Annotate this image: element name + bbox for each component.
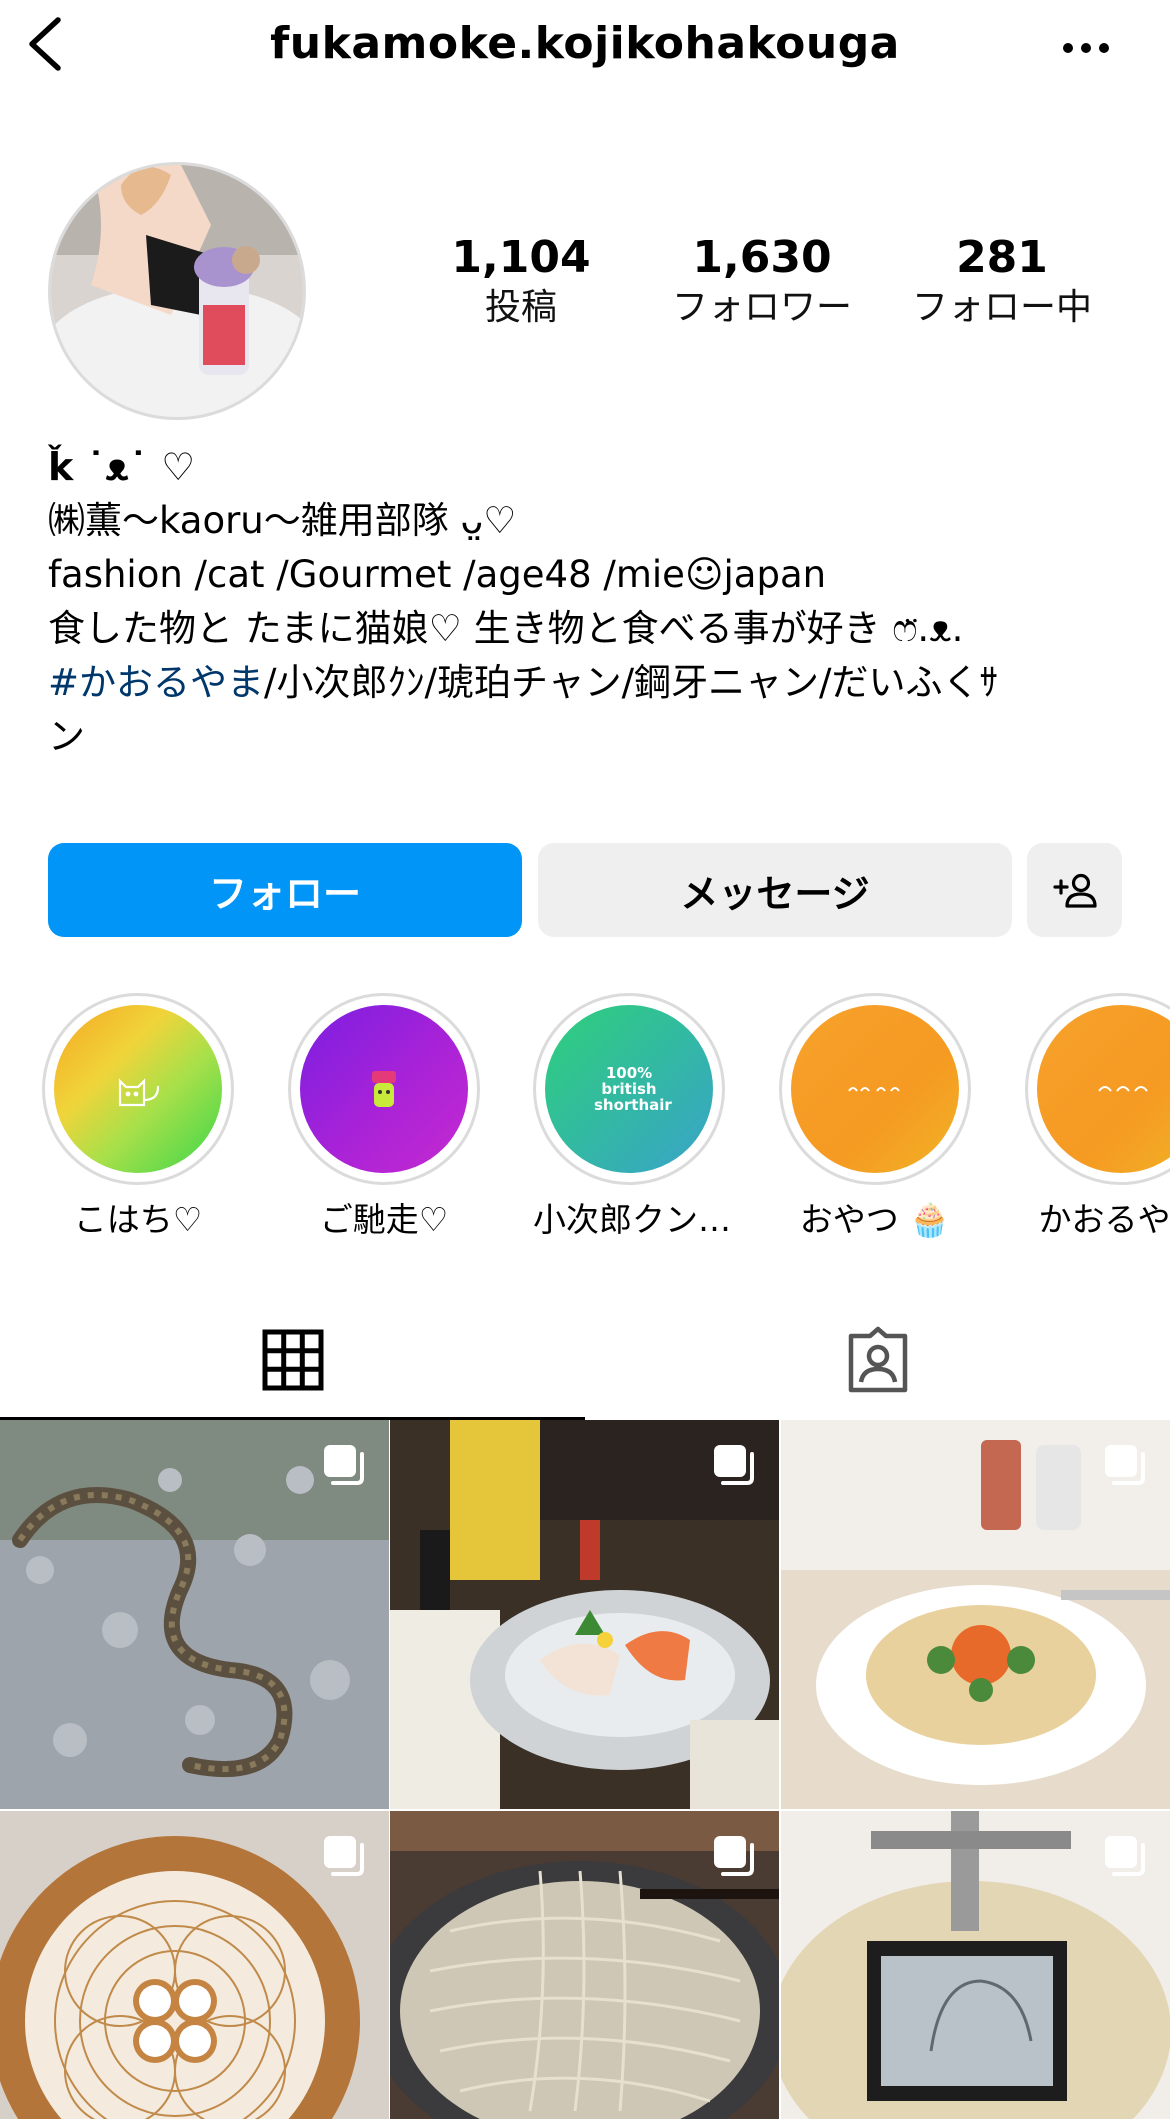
story-highlight[interactable]: おやつ 🧁 bbox=[779, 993, 971, 1241]
hashtag-link[interactable]: #かおるやま bbox=[48, 661, 264, 704]
bio-line: fashion /cat /Gourmet /age48 /mie☺japan bbox=[48, 553, 827, 596]
highlight-label: 小次郎クン… bbox=[533, 1200, 731, 1239]
doodle-icon bbox=[1098, 1086, 1148, 1092]
multiple-posts-icon bbox=[324, 1836, 364, 1876]
tab-posts-grid[interactable] bbox=[0, 1302, 585, 1420]
bio-line: ㈱薫〜kaoru〜雑用部隊 ᴗ̤♡ bbox=[48, 499, 517, 542]
story-highlight[interactable]: こはち♡ bbox=[42, 993, 234, 1241]
highlight-cover bbox=[791, 1005, 959, 1173]
multiple-posts-icon bbox=[1105, 1836, 1145, 1876]
suggest-users-button[interactable] bbox=[1027, 843, 1122, 937]
posts-label: 投稿 bbox=[484, 287, 557, 328]
post-thumbnail[interactable] bbox=[0, 1811, 389, 2119]
character-icon bbox=[372, 1071, 396, 1107]
profile-avatar[interactable] bbox=[48, 162, 306, 420]
bio-line: 食した物と たまに猫娘♡ 生き物と食べる事が好き ෆ̈.ᴥ. bbox=[48, 607, 964, 650]
more-options-button[interactable] bbox=[1060, 28, 1112, 68]
following-count: 281 bbox=[956, 232, 1048, 283]
following-stat[interactable]: 281 フォロー中 bbox=[882, 232, 1122, 332]
follow-button[interactable]: フォロー bbox=[48, 843, 522, 937]
more-icon bbox=[1063, 43, 1109, 53]
highlight-cover bbox=[1037, 1005, 1170, 1173]
bio-line: #かおるやま/小次郎ｸﾝ/琥珀チャン/鋼牙ニャン/だいふくｻ bbox=[48, 656, 1138, 710]
display-name: ǩ ˙ᴥ˙ ♡ bbox=[48, 445, 196, 489]
multiple-posts-icon bbox=[714, 1445, 754, 1485]
doodle-icon bbox=[848, 1087, 900, 1092]
post-thumbnail[interactable] bbox=[390, 1420, 779, 1809]
add-user-icon bbox=[1052, 873, 1097, 908]
post-thumbnail[interactable] bbox=[781, 1811, 1170, 2119]
cat-icon bbox=[118, 1078, 160, 1107]
tab-tagged[interactable] bbox=[585, 1302, 1170, 1420]
post-thumbnail[interactable] bbox=[390, 1811, 779, 2119]
post-thumbnail[interactable] bbox=[0, 1420, 389, 1809]
top-bar: fukamoke.kojikohakouga bbox=[0, 0, 1170, 95]
highlight-label: おやつ 🧁 bbox=[799, 1200, 951, 1239]
highlight-cover bbox=[300, 1005, 468, 1173]
message-button[interactable]: メッセージ bbox=[538, 843, 1012, 937]
posts-count: 1,104 bbox=[451, 232, 591, 283]
followers-count: 1,630 bbox=[692, 232, 832, 283]
tagged-icon bbox=[848, 1326, 907, 1393]
post-thumbnail[interactable] bbox=[781, 1420, 1170, 1809]
profile-bio: ǩ ˙ᴥ˙ ♡ ㈱薫〜kaoru〜雑用部隊 ᴗ̤♡ fashion /cat /… bbox=[48, 440, 1138, 764]
highlight-label: ご馳走♡ bbox=[319, 1200, 449, 1239]
following-label: フォロー中 bbox=[911, 287, 1092, 328]
story-highlight[interactable]: 100% british shorthair 小次郎クン… bbox=[533, 993, 731, 1241]
story-highlight[interactable]: ご馳走♡ bbox=[288, 993, 480, 1241]
highlight-label: かおるやま bbox=[1038, 1200, 1170, 1239]
bio-line: ン bbox=[48, 715, 85, 758]
highlight-cover-text: 100% british shorthair bbox=[594, 1064, 672, 1114]
bio-text: /小次郎ｸﾝ/琥珀チャン/鋼牙ニャン/だいふくｻ bbox=[264, 661, 999, 704]
multiple-posts-icon bbox=[714, 1836, 754, 1876]
profile-username: fukamoke.kojikohakouga bbox=[270, 18, 900, 69]
story-highlight[interactable]: かおるやま bbox=[1025, 993, 1170, 1241]
followers-label: フォロワー bbox=[671, 287, 852, 328]
highlight-label: こはち♡ bbox=[73, 1200, 203, 1239]
followers-stat[interactable]: 1,630 フォロワー bbox=[642, 232, 882, 332]
highlight-cover bbox=[54, 1005, 222, 1173]
grid-icon bbox=[262, 1329, 323, 1390]
highlight-cover: 100% british shorthair bbox=[545, 1005, 713, 1173]
multiple-posts-icon bbox=[1105, 1445, 1145, 1485]
multiple-posts-icon bbox=[324, 1445, 364, 1485]
posts-stat[interactable]: 1,104 投稿 bbox=[401, 232, 641, 332]
profile-tabs bbox=[0, 1302, 1170, 1420]
